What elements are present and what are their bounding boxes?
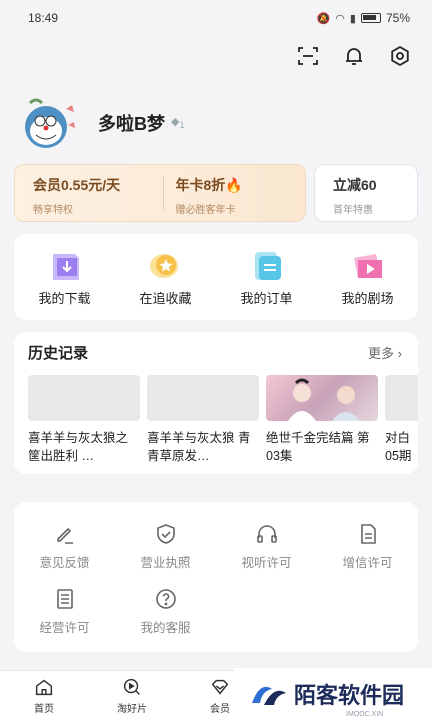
history-more-link[interactable]: 更多 › [368,343,402,362]
bell-icon[interactable] [342,44,366,68]
nav-discover[interactable]: 淘好片 [88,671,176,720]
annual-offer-sub: 赠必胜客年卡 [175,205,236,216]
service-label: 我的客服 [140,621,191,635]
username[interactable]: 多啦B梦 [98,110,165,136]
status-time: 18:49 [28,11,59,25]
coupon-card[interactable]: 立减60 首年特惠 [314,164,418,222]
service-telecom-license[interactable]: 增信许可 [317,522,418,571]
watermark: 陌客软件园 IMOOC.XIN [234,668,432,720]
watermark-sub: IMOOC.XIN [346,711,384,718]
gear-icon[interactable] [388,44,412,68]
shortcut-downloads[interactable]: 我的下载 [20,248,110,307]
shortcut-label: 我的剧场 [341,290,394,306]
headphones-icon [256,525,277,543]
shortcut-favorites[interactable]: 在追收藏 [121,248,211,307]
level-gem-icon: ◆1 [171,116,185,131]
coupon-sub: 首年特惠 [333,205,373,216]
history-item[interactable]: 喜羊羊与灰太狼 青青草原发… [147,375,259,465]
service-feedback[interactable]: 意见反馈 [14,522,115,571]
mute-icon: 🔕 [316,12,331,25]
search-play-icon [123,678,140,695]
service-label: 意见反馈 [39,556,90,570]
history-item-title: 对白 05期 [385,431,412,463]
annual-offer-title: 年卡8折🔥 [175,177,243,193]
member-offer-sub: 畅享特权 [33,205,73,216]
history-thumbnail [266,375,378,421]
feedback-icon [56,527,73,544]
order-icon [254,251,281,280]
service-business-license[interactable]: 营业执照 [115,522,216,571]
history-item-title: 喜羊羊与灰太狼 青青草原发… [147,431,251,463]
watermark-text: 陌客软件园 [294,683,405,708]
document-icon [360,524,376,544]
history-card: 历史记录 更多 › 喜羊羊与灰太狼之筐出胜利 … 喜羊羊与灰太狼 青青草原发… … [14,332,418,474]
vip-row: 会员0.55元/天 畅享特权 年卡8折🔥 赠必胜客年卡 立减60 首年特惠 [0,164,432,222]
history-item-title: 喜羊羊与灰太狼之筐出胜利 … [28,431,129,463]
history-thumbnail [28,375,140,421]
home-icon [35,679,53,696]
shortcut-label: 在追收藏 [139,290,192,306]
nav-home[interactable]: 首页 [0,671,88,720]
history-item-title: 绝世千金完结篇 第03集 [266,431,370,463]
status-bar: 18:49 🔕 ◠ ▮ 75% [0,0,432,36]
theater-icon [353,253,382,278]
vip-card[interactable]: 会员0.55元/天 畅享特权 年卡8折🔥 赠必胜客年卡 [14,164,306,222]
coupon-title: 立减60 [333,177,377,193]
service-label: 经营许可 [39,621,90,635]
watermark-logo-icon [252,686,286,705]
service-customer-support[interactable]: 我的客服 [115,587,216,636]
shield-check-icon [156,524,175,544]
service-label: 视听许可 [241,556,292,570]
wifi-icon: ◠ [335,12,345,25]
star-icon [149,253,178,278]
list-doc-icon [56,589,73,609]
shortcut-label: 我的订单 [240,290,293,306]
history-item[interactable]: 喜羊羊与灰太狼之筐出胜利 … [28,375,140,465]
service-label: 营业执照 [140,556,191,570]
profile-header: 多啦B梦 ◆1 [0,76,432,156]
shortcuts-card: 我的下载 在追收藏 我的订单 我的剧场 [14,234,418,320]
nav-label: 淘好片 [117,704,147,715]
avatar[interactable] [18,97,82,149]
history-title: 历史记录 [28,345,89,362]
shortcut-theater[interactable]: 我的剧场 [323,248,413,307]
member-offer-title: 会员0.55元/天 [33,177,121,193]
service-operating-license[interactable]: 经营许可 [14,587,115,636]
history-item[interactable]: 绝世千金完结篇 第03集 [266,375,378,465]
history-thumbnail [385,375,418,421]
nav-label: 首页 [34,704,54,715]
battery-icon [360,13,381,23]
history-list: 喜羊羊与灰太狼之筐出胜利 … 喜羊羊与灰太狼 青青草原发… 绝世千金完结篇 第0… [28,375,418,465]
history-thumbnail [147,375,259,421]
help-icon [155,589,176,609]
vip-diamond-icon [211,679,229,695]
level-number: 1 [179,120,185,131]
nav-label: 会员 [210,704,230,715]
services-card: 意见反馈 营业执照 视听许可 增信许可 经营许可 我的客服 [14,502,418,652]
sim-icon: ▮ [349,12,356,25]
shortcut-label: 我的下载 [38,290,91,306]
top-actions [0,36,432,76]
annual-offer[interactable]: 年卡8折🔥 赠必胜客年卡 [162,175,306,216]
shortcut-orders[interactable]: 我的订单 [222,248,312,307]
service-label: 增信许可 [342,556,393,570]
download-icon [52,253,79,280]
service-av-license[interactable]: 视听许可 [216,522,317,571]
scan-icon[interactable] [296,44,320,68]
history-item[interactable]: 对白 05期 [385,375,418,465]
member-offer[interactable]: 会员0.55元/天 畅享特权 [15,165,163,221]
battery-level: 75% [385,11,410,25]
